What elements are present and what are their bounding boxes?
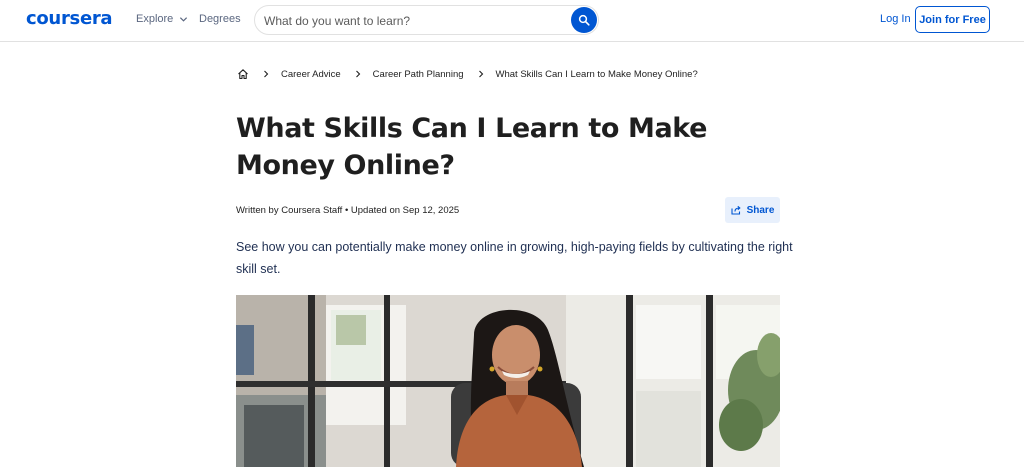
share-label: Share xyxy=(746,204,775,216)
article-subtitle: See how you can potentially make money o… xyxy=(236,240,793,276)
coursera-logo[interactable]: coursera xyxy=(26,8,113,29)
share-button[interactable]: Share xyxy=(725,197,780,223)
search-bar xyxy=(254,5,599,35)
explore-menu[interactable]: Explore xyxy=(136,13,188,25)
article-title: What Skills Can I Learn to Make Money On… xyxy=(236,113,708,181)
breadcrumb-career-path-planning[interactable]: Career Path Planning xyxy=(373,69,464,80)
search-button[interactable] xyxy=(571,7,597,33)
breadcrumb: Career Advice Career Path Planning What … xyxy=(237,66,698,82)
breadcrumb-current-page: What Skills Can I Learn to Make Money On… xyxy=(495,68,698,80)
hero-photo-illustration xyxy=(236,295,780,467)
hero-image xyxy=(236,295,780,467)
login-link[interactable]: Log In xyxy=(880,13,911,25)
share-icon xyxy=(731,205,741,215)
chevron-down-icon xyxy=(180,16,188,22)
join-for-free-button[interactable]: Join for Free xyxy=(915,6,990,33)
degrees-link[interactable]: Degrees xyxy=(199,13,241,25)
breadcrumb-career-advice[interactable]: Career Advice xyxy=(281,69,341,80)
chevron-right-icon xyxy=(264,70,269,78)
explore-label: Explore xyxy=(136,13,174,25)
site-header: coursera Explore Degrees Log In Join for… xyxy=(0,0,1024,42)
chevron-right-icon xyxy=(478,70,483,78)
search-input[interactable] xyxy=(264,12,564,30)
search-icon xyxy=(578,14,590,26)
chevron-right-icon xyxy=(355,70,360,78)
article-byline: Written by Coursera Staff • Updated on S… xyxy=(236,205,460,216)
home-icon[interactable] xyxy=(237,68,249,80)
